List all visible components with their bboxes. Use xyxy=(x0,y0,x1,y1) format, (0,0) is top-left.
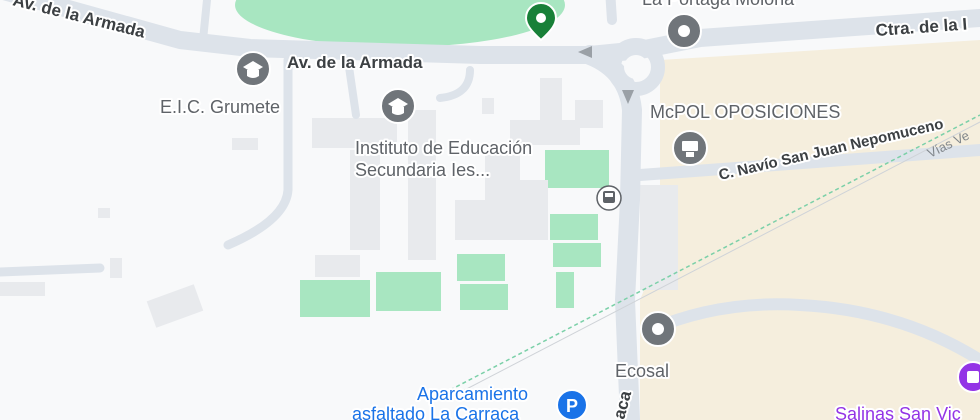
poi-label-ecosal[interactable]: Ecosal xyxy=(613,359,671,383)
training-icon[interactable] xyxy=(672,130,708,166)
place-icon[interactable] xyxy=(640,311,676,347)
sand-area xyxy=(640,40,980,420)
school-icon[interactable] xyxy=(380,88,416,124)
poi-label-instituto-1[interactable]: Instituto de Educación xyxy=(353,136,534,160)
poi-label-salinas[interactable]: Salinas San Vic xyxy=(833,402,963,420)
parking-icon[interactable]: P xyxy=(556,389,588,420)
map-canvas[interactable]: Av. de la Armada Av. de la Armada Ctra. … xyxy=(0,0,980,420)
poi-label-instituto-2[interactable]: Secundaria Ies... xyxy=(353,158,492,182)
poi-label-mcpol[interactable]: McPOL OPOSICIONES xyxy=(648,100,842,124)
place-icon[interactable] xyxy=(666,13,702,49)
poi-label-aparcamiento-2[interactable]: asfaltado La Carraca xyxy=(350,402,522,420)
poi-label-aparcamiento-1[interactable]: Aparcamiento xyxy=(415,382,530,406)
bus-stop-icon[interactable] xyxy=(596,185,622,211)
poi-label-eic[interactable]: E.I.C. Grumete xyxy=(158,95,282,119)
road-label-armada-top: Av. de la Armada xyxy=(11,0,148,42)
roundabout-center xyxy=(624,55,648,79)
attraction-icon[interactable] xyxy=(957,361,980,393)
road-label-armada-main: Av. de la Armada xyxy=(287,53,423,72)
poi-label-portaga[interactable]: La Portaga Molona xyxy=(640,0,797,11)
svg-text:P: P xyxy=(566,396,578,416)
school-icon[interactable] xyxy=(235,51,271,87)
place-pin-icon[interactable] xyxy=(524,2,558,42)
